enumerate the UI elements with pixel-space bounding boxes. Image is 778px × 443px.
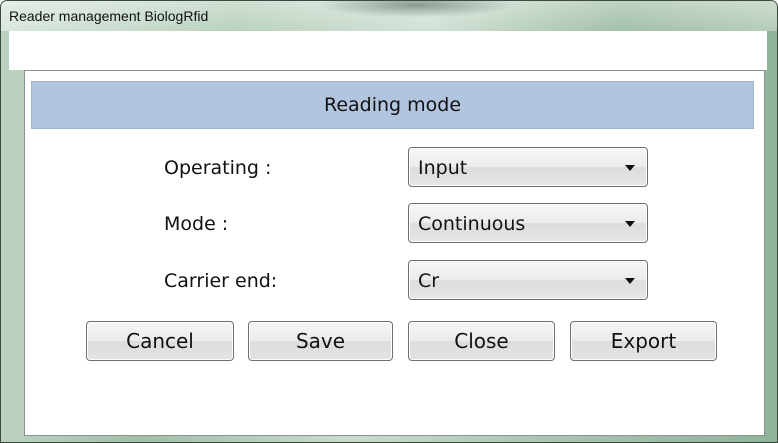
- mode-select[interactable]: Continuous: [408, 203, 648, 243]
- carrier-end-select[interactable]: Cr: [408, 260, 648, 300]
- client-area-top: [9, 31, 767, 70]
- section-header-title: Reading mode: [323, 94, 462, 116]
- title-bar[interactable]: Reader management BiologRfid: [1, 1, 777, 31]
- mode-label: Mode :: [164, 213, 229, 235]
- app-window: Reader management BiologRfid Reading mod…: [0, 0, 778, 443]
- close-button[interactable]: Close: [408, 321, 555, 361]
- chevron-down-icon: [625, 278, 635, 284]
- carrier-end-label: Carrier end:: [164, 270, 278, 292]
- export-button[interactable]: Export: [570, 321, 717, 361]
- mode-select-value: Continuous: [418, 213, 526, 235]
- operating-label: Operating :: [164, 157, 272, 179]
- save-button[interactable]: Save: [248, 321, 393, 361]
- chevron-down-icon: [625, 165, 635, 171]
- cancel-button[interactable]: Cancel: [86, 321, 234, 361]
- operating-select[interactable]: Input: [408, 147, 648, 187]
- section-header: Reading mode: [31, 81, 754, 129]
- carrier-end-select-value: Cr: [418, 270, 440, 292]
- operating-select-value: Input: [418, 157, 468, 179]
- window-title: Reader management BiologRfid: [9, 8, 209, 24]
- chevron-down-icon: [625, 221, 635, 227]
